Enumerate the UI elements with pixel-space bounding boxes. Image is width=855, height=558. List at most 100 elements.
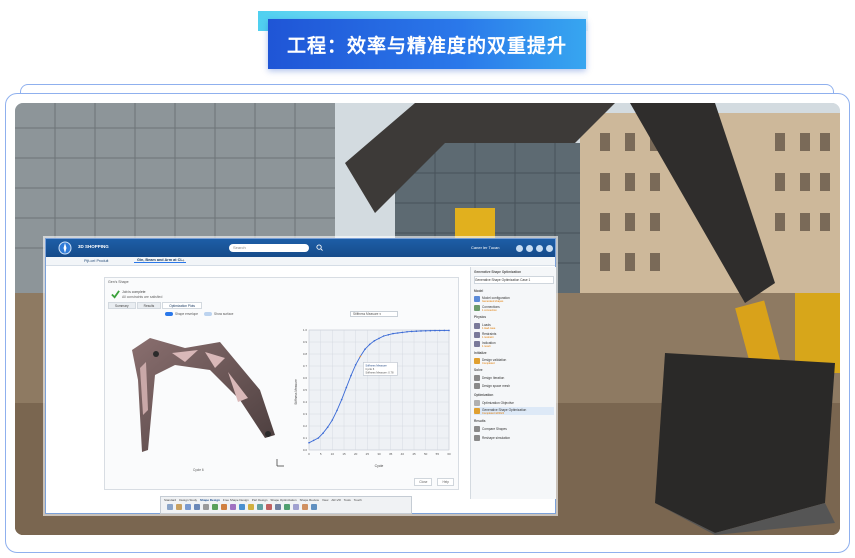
data-point[interactable]: [378, 337, 380, 340]
help-icon[interactable]: [546, 244, 553, 252]
data-point[interactable]: [434, 329, 436, 332]
tree-item-loads[interactable]: Loads 1 load case: [474, 322, 554, 330]
settings-icon[interactable]: [311, 504, 317, 510]
tree-item-restraints[interactable]: Restraints 1 restraint: [474, 331, 554, 339]
subtab-optimization-plots[interactable]: Optimization Plots: [162, 302, 202, 309]
panel-buttons: Close Help: [414, 478, 454, 486]
reshape-icon: [474, 435, 480, 441]
tree-item-reshape-simulation[interactable]: Reshape simulation: [474, 434, 554, 442]
data-point[interactable]: [424, 330, 427, 332]
data-point[interactable]: [312, 439, 315, 442]
data-point[interactable]: [387, 334, 390, 336]
action-tab[interactable]: Shape Optimization: [270, 498, 296, 502]
tree-item-sub: Generated shapes: [482, 299, 504, 303]
tree-item-indication[interactable]: Indication 1 result: [474, 340, 554, 348]
undo-icon[interactable]: [194, 504, 200, 510]
light-icon[interactable]: [248, 504, 254, 510]
data-point[interactable]: [326, 426, 329, 428]
compass-icon[interactable]: [58, 241, 72, 255]
data-point[interactable]: [364, 348, 366, 350]
data-point[interactable]: [410, 330, 413, 333]
plot-measure-dropdown[interactable]: Stiffness Measure ▾: [350, 311, 398, 317]
y-tick-label: 0.2: [303, 424, 308, 428]
tree-item-design-iteration[interactable]: Design Iteration: [474, 374, 554, 382]
tree-item-generative-shape-optimization[interactable]: Generative Shape Optimization Completed 4…: [474, 407, 554, 415]
simulate-icon[interactable]: [284, 504, 290, 510]
data-point[interactable]: [373, 340, 376, 342]
subtab-results[interactable]: Results: [136, 302, 162, 309]
data-point[interactable]: [308, 442, 310, 444]
tag-icon[interactable]: [316, 244, 323, 251]
data-point[interactable]: [336, 409, 338, 412]
action-tab[interactable]: Part Design: [252, 498, 268, 502]
action-bar-icons: [167, 504, 317, 510]
data-point[interactable]: [382, 335, 385, 337]
action-tab[interactable]: AR-VR: [331, 498, 340, 502]
measure-icon[interactable]: [212, 504, 218, 510]
breadcrumb[interactable]: Pijt-cel Produit: [84, 259, 108, 263]
user-name[interactable]: Caner ler Tucan: [471, 245, 499, 250]
section-icon[interactable]: [221, 504, 227, 510]
search-input[interactable]: Search: [229, 244, 309, 252]
restraint-tool-icon[interactable]: [275, 504, 281, 510]
network-icon[interactable]: [536, 244, 543, 252]
view-icon[interactable]: [239, 504, 245, 510]
cut-icon[interactable]: [176, 504, 182, 510]
data-point[interactable]: [354, 364, 357, 366]
data-point[interactable]: [350, 374, 352, 377]
action-tab[interactable]: Shape Design: [200, 498, 220, 502]
export-icon[interactable]: [302, 504, 308, 510]
select-icon[interactable]: [167, 504, 173, 510]
tree-item-sub: 1 result: [482, 344, 491, 348]
data-point[interactable]: [317, 437, 320, 439]
action-tab[interactable]: Tools: [344, 498, 351, 502]
toggle-shape-envelope[interactable]: Shape envelope: [165, 312, 198, 317]
plot-icon[interactable]: [293, 504, 299, 510]
copy-icon[interactable]: [185, 504, 191, 510]
data-point[interactable]: [396, 332, 399, 334]
action-tab[interactable]: Shape Review: [300, 498, 319, 502]
case-selector[interactable]: Generative Shape Optimization Case 1: [474, 276, 554, 284]
data-point[interactable]: [322, 432, 324, 434]
toggle-show-surface[interactable]: Show surface: [204, 312, 233, 317]
tab-active[interactable]: Gin, Beam and Arm at CL: [134, 258, 186, 263]
data-point[interactable]: [406, 331, 408, 333]
load-tool-icon[interactable]: [266, 504, 272, 510]
data-point[interactable]: [392, 332, 394, 335]
data-point[interactable]: [331, 419, 334, 421]
tree-item-optimization-objective[interactable]: Optimization Objective: [474, 399, 554, 407]
data-point[interactable]: [438, 329, 441, 332]
tree-item-model-configuration[interactable]: Model configuration Generated shapes: [474, 295, 554, 303]
close-button[interactable]: Close: [414, 478, 433, 486]
tree-item-design-validation[interactable]: Design validation Completed: [474, 357, 554, 365]
data-point[interactable]: [448, 329, 450, 332]
data-point[interactable]: [401, 331, 404, 334]
mesh-tool-icon[interactable]: [257, 504, 263, 510]
data-point[interactable]: [415, 330, 418, 332]
action-tab[interactable]: Free Shape Design: [223, 498, 249, 502]
share-icon[interactable]: [526, 244, 533, 252]
optimized-shape-view[interactable]: [110, 320, 285, 470]
help-button[interactable]: Help: [437, 478, 454, 486]
render-icon[interactable]: [230, 504, 236, 510]
tree-item-compare-shapes[interactable]: Compare Shapes: [474, 425, 554, 433]
data-point[interactable]: [368, 343, 371, 346]
tree-item-design-space-mesh[interactable]: Design space mesh: [474, 382, 554, 390]
data-point[interactable]: [340, 398, 343, 401]
new-tab-icon[interactable]: +: [182, 258, 185, 263]
action-tab[interactable]: Touch: [354, 498, 362, 502]
data-point[interactable]: [429, 329, 432, 332]
data-point[interactable]: [443, 329, 446, 332]
data-point[interactable]: [359, 355, 362, 358]
convergence-chart[interactable]: 0 5 10 15 20 25 30 35 40 45 50 55 60 0.0 0.1 0.2 0.3 0.4…: [291, 322, 456, 472]
data-point[interactable]: [420, 330, 422, 332]
add-icon[interactable]: [516, 244, 523, 252]
data-point[interactable]: [345, 386, 348, 389]
model-icon: [474, 296, 480, 302]
action-tab[interactable]: Design Study: [179, 498, 197, 502]
action-tab[interactable]: View: [322, 498, 328, 502]
action-tab[interactable]: Standard: [164, 498, 176, 502]
subtab-summary[interactable]: Summary: [108, 302, 136, 309]
zoom-icon[interactable]: [203, 504, 209, 510]
tree-item-connections[interactable]: Connections 1 connection: [474, 304, 554, 312]
